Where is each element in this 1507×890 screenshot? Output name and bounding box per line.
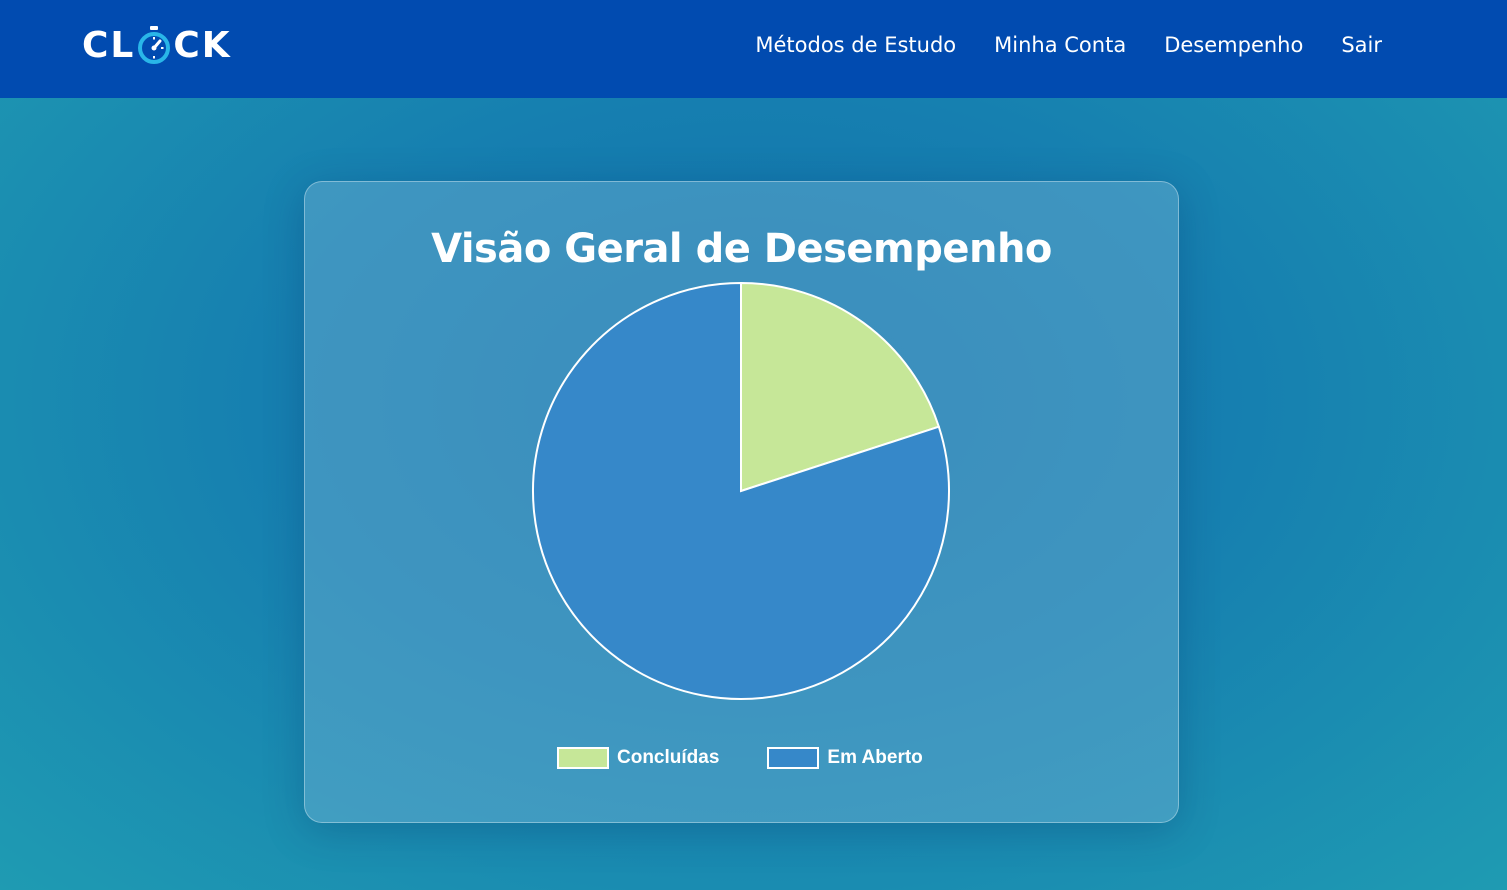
legend-swatch-em-aberto [767, 747, 820, 769]
nav-sair[interactable]: Sair [1341, 33, 1382, 57]
nav-menu: Métodos de Estudo Minha Conta Desempenho… [755, 33, 1382, 57]
legend-item-em-aberto[interactable]: Em Aberto [767, 747, 923, 769]
nav-metodos-de-estudo[interactable]: Métodos de Estudo [755, 33, 956, 57]
nav-minha-conta[interactable]: Minha Conta [994, 33, 1126, 57]
legend-item-concluidas[interactable]: Concluídas [557, 747, 719, 769]
stopwatch-icon [138, 26, 171, 64]
legend-swatch-concluidas [557, 747, 609, 769]
performance-card: Visão Geral de Desempenho Concluídas Em … [304, 181, 1179, 823]
nav-desempenho[interactable]: Desempenho [1164, 33, 1303, 57]
navbar: CL CK Métodos de Estudo Minha Conta Dese… [0, 0, 1507, 98]
logo-letters-left: CL [82, 24, 136, 66]
logo-letters-right: CK [173, 24, 232, 66]
clock-logo[interactable]: CL CK [82, 24, 232, 66]
legend-label-em-aberto: Em Aberto [827, 747, 923, 768]
legend-label-concluidas: Concluídas [617, 747, 720, 768]
pie-chart [532, 281, 950, 700]
chart-legend: Concluídas Em Aberto [557, 747, 923, 769]
